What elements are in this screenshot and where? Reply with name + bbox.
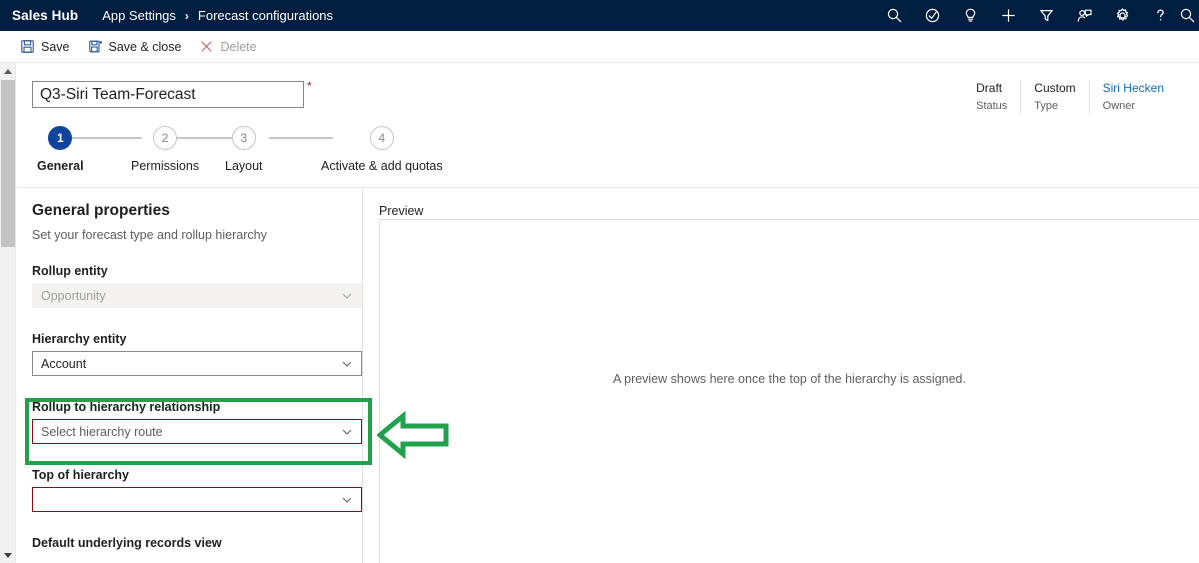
page-subtitle: Set your forecast type and rollup hierar… xyxy=(32,228,267,242)
diagnostics-icon[interactable] xyxy=(913,0,951,31)
hierarchy-entity-value: Account xyxy=(41,356,87,371)
step-layout[interactable]: 3 Layout xyxy=(225,126,263,173)
save-button[interactable]: Save xyxy=(20,31,70,63)
scroll-up-arrow-icon[interactable] xyxy=(0,63,16,79)
wizard-stepper: 1 General 2 Permissions 3 Layout 4 Activ… xyxy=(17,126,1199,181)
column-divider xyxy=(362,188,363,563)
form-header: * Draft Status Custom Type Siri Hecken O… xyxy=(17,63,1199,120)
title-field-group: * xyxy=(32,79,312,108)
page-title: General properties xyxy=(32,202,170,219)
rollup-relationship-select[interactable]: Select hierarchy route xyxy=(32,419,362,444)
rollup-relationship-label: Rollup to hierarchy relationship xyxy=(32,400,221,414)
preview-empty-message: A preview shows here once the top of the… xyxy=(613,372,966,386)
field-default-underlying-records-view: Default underlying records view xyxy=(32,536,377,550)
breadcrumb-separator-icon: › xyxy=(184,8,189,23)
step-activate-add-quotas[interactable]: 4 Activate & add quotas xyxy=(321,126,443,173)
general-properties-panel: General properties Set your forecast typ… xyxy=(17,188,1199,563)
topnav-left-group: Sales Hub App Settings › Forecast config… xyxy=(0,8,333,23)
forecast-configuration-form: * Draft Status Custom Type Siri Hecken O… xyxy=(17,63,1199,563)
step-4-circle: 4 xyxy=(369,126,394,150)
page-scrollbar[interactable] xyxy=(0,63,16,563)
top-navigation-bar: Sales Hub App Settings › Forecast config… xyxy=(0,0,1199,31)
delete-icon xyxy=(199,39,214,54)
step-2-circle: 2 xyxy=(153,126,178,150)
status-label: Status xyxy=(976,100,1008,112)
step-permissions[interactable]: 2 Permissions xyxy=(131,126,199,173)
owner-value[interactable]: Siri Hecken xyxy=(1103,80,1164,96)
hierarchy-entity-select[interactable]: Account xyxy=(32,351,362,376)
delete-label: Delete xyxy=(220,39,257,54)
chevron-down-icon xyxy=(341,426,353,438)
required-indicator: * xyxy=(307,79,312,93)
delete-button[interactable]: Delete xyxy=(199,31,257,63)
status-value: Draft xyxy=(976,81,1003,95)
step-3-circle: 3 xyxy=(231,126,256,150)
owner-label: Owner xyxy=(1102,100,1136,112)
step-2-label: Permissions xyxy=(131,159,200,173)
step-4-label: Activate & add quotas xyxy=(321,159,443,173)
chevron-down-icon xyxy=(341,290,353,302)
lightbulb-icon[interactable] xyxy=(951,0,989,31)
forecast-name-input[interactable] xyxy=(32,81,304,108)
save-label: Save xyxy=(41,39,70,54)
field-hierarchy-entity: Hierarchy entity Account xyxy=(32,332,377,376)
topnav-icon-group xyxy=(875,0,1199,31)
filter-icon[interactable] xyxy=(1027,0,1065,31)
type-value: Custom xyxy=(1034,81,1076,95)
step-1-circle: 1 xyxy=(48,126,73,150)
top-of-hierarchy-label: Top of hierarchy xyxy=(32,468,130,482)
field-rollup-entity: Rollup entity Opportunity xyxy=(32,264,377,308)
breadcrumb-app-settings[interactable]: App Settings xyxy=(102,8,176,23)
header-status-cell: Draft Status xyxy=(963,80,1020,114)
chevron-down-icon xyxy=(341,494,353,506)
plus-icon[interactable] xyxy=(989,0,1027,31)
step-1-label: General xyxy=(37,159,84,173)
step-3-label: Layout xyxy=(225,159,263,173)
header-metadata: Draft Status Custom Type Siri Hecken Own… xyxy=(963,80,1177,114)
save-and-close-label: Save & close xyxy=(108,39,182,54)
default-records-view-label: Default underlying records view xyxy=(32,536,222,550)
scroll-down-arrow-icon[interactable] xyxy=(0,547,16,563)
rollup-entity-select[interactable]: Opportunity xyxy=(32,283,362,308)
rollup-entity-label: Rollup entity xyxy=(32,264,108,278)
user-search-icon[interactable] xyxy=(1179,0,1199,31)
breadcrumb-forecast-configurations[interactable]: Forecast configurations xyxy=(198,8,333,23)
rollup-entity-value: Opportunity xyxy=(41,288,106,303)
question-icon[interactable] xyxy=(1141,0,1179,31)
save-and-close-icon xyxy=(88,39,103,54)
form-fields-column: Rollup entity Opportunity Hierarchy enti… xyxy=(32,264,377,555)
preview-panel: A preview shows here once the top of the… xyxy=(379,219,1199,563)
field-rollup-to-hierarchy-relationship: Rollup to hierarchy relationship Select … xyxy=(32,400,377,444)
save-icon xyxy=(20,39,35,54)
step-general[interactable]: 1 General xyxy=(37,126,84,173)
type-label: Type xyxy=(1034,100,1059,112)
app-name[interactable]: Sales Hub xyxy=(12,8,78,23)
header-owner-cell: Siri Hecken Owner xyxy=(1088,80,1177,114)
header-type-cell: Custom Type xyxy=(1020,80,1088,114)
scrollbar-thumb[interactable] xyxy=(1,80,15,247)
field-top-of-hierarchy: Top of hierarchy xyxy=(32,468,377,512)
command-bar: Save Save & close Delete xyxy=(0,31,1199,63)
search-icon[interactable] xyxy=(875,0,913,31)
preview-label: Preview xyxy=(379,204,424,218)
rollup-relationship-placeholder: Select hierarchy route xyxy=(41,424,163,439)
chevron-down-icon xyxy=(341,358,353,370)
gear-icon[interactable] xyxy=(1103,0,1141,31)
assistant-icon[interactable] xyxy=(1065,0,1103,31)
hierarchy-entity-label: Hierarchy entity xyxy=(32,332,127,346)
top-of-hierarchy-select[interactable] xyxy=(32,487,362,512)
save-and-close-button[interactable]: Save & close xyxy=(88,31,182,63)
